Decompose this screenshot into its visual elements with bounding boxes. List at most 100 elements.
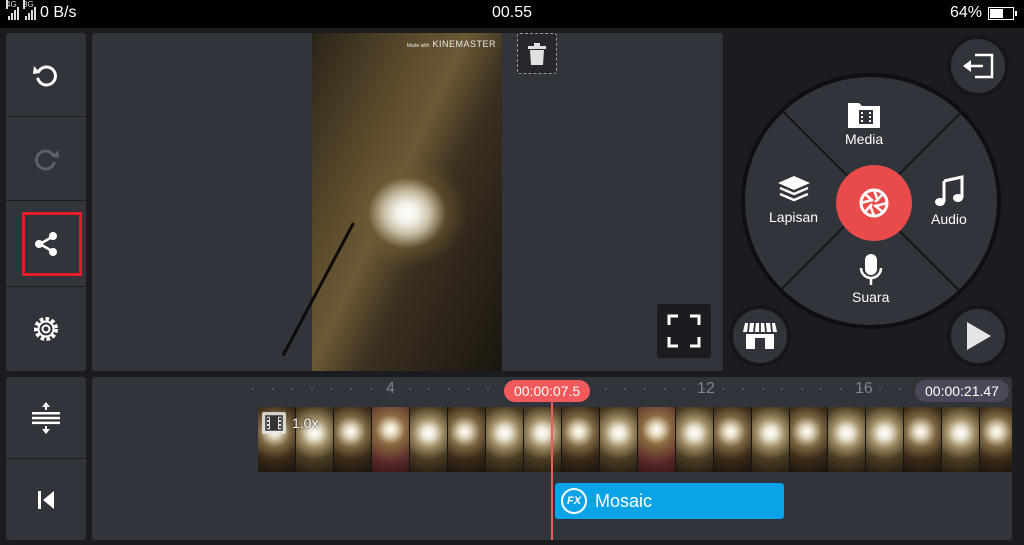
expand-timeline-icon <box>32 401 60 434</box>
video-frame: Made with KINEMASTER <box>281 33 502 371</box>
playhead[interactable] <box>551 391 553 540</box>
audio-button[interactable]: Audio <box>931 175 967 227</box>
ruler-tick <box>370 388 372 390</box>
clock: 00.55 <box>491 4 533 21</box>
skip-to-start-icon <box>38 490 54 509</box>
clip-thumbnail <box>866 407 904 472</box>
expand-timeline-button[interactable] <box>6 377 86 459</box>
clip-thumbnail <box>372 407 410 472</box>
ruler-tick <box>899 388 901 390</box>
clip-thumbnail <box>562 407 600 472</box>
asset-store-button[interactable] <box>729 305 791 367</box>
ruler-tick <box>722 388 724 390</box>
clip-thumbnail <box>638 407 676 472</box>
clip-thumbnail <box>334 407 372 472</box>
clip-thumbnail <box>448 407 486 472</box>
ruler-tick <box>624 388 626 390</box>
ruler-tick <box>703 388 705 390</box>
ruler-tick <box>860 388 862 390</box>
clip-thumbnail <box>524 407 562 472</box>
effect-clip-mosaic[interactable]: FX Mosaic <box>555 483 784 519</box>
asset-store-icon <box>743 322 777 349</box>
ruler-tick <box>762 388 764 390</box>
ruler-tick <box>683 388 685 390</box>
ruler-tick <box>468 388 470 390</box>
effect-label: Mosaic <box>595 490 653 511</box>
ruler-tick <box>389 388 391 390</box>
status-bar: 4G 3G 0 B/s 00.55 64% <box>0 0 1024 28</box>
music-note-icon <box>934 175 964 206</box>
clip-thumbnail <box>600 407 638 472</box>
settings-button[interactable] <box>6 287 86 371</box>
trash-icon <box>528 42 546 65</box>
exit-project-icon <box>963 53 994 79</box>
timeline-tools <box>6 377 86 540</box>
ruler-tick <box>644 388 646 390</box>
ruler-tick <box>330 388 332 390</box>
ruler-tick <box>742 388 744 390</box>
camera-shutter-icon <box>859 188 889 218</box>
settings-icon <box>34 317 58 341</box>
voice-button[interactable]: Suara <box>852 253 889 305</box>
clip-speed: 1.0x <box>292 415 319 431</box>
media-folder-icon <box>848 103 881 128</box>
layer-label: Lapisan <box>769 209 819 225</box>
ruler-tick <box>350 388 352 390</box>
share-highlight <box>22 212 82 276</box>
clip-thumbnail <box>752 407 790 472</box>
left-toolbar <box>6 33 86 371</box>
skip-to-start-button[interactable] <box>6 459 86 540</box>
undo-icon <box>33 65 57 86</box>
clip-thumbnail <box>714 407 752 472</box>
share-button[interactable] <box>6 201 86 287</box>
video-preview[interactable]: Made with KINEMASTER <box>92 33 723 371</box>
redo-button[interactable] <box>6 117 86 201</box>
clip-thumbnail <box>828 407 866 472</box>
delete-button[interactable] <box>517 33 557 74</box>
ruler-tick <box>409 388 411 390</box>
ruler-tick <box>311 388 313 390</box>
media-wheel: Media Lapisan Audio Suara <box>741 73 1001 329</box>
ruler-tick <box>291 388 293 390</box>
ruler-tick <box>664 388 666 390</box>
fullscreen-icon <box>667 314 701 348</box>
media-button[interactable]: Media <box>845 99 883 147</box>
undo-button[interactable] <box>6 33 86 117</box>
ruler-tick <box>487 388 489 390</box>
ruler-tick <box>448 388 450 390</box>
ruler-label: 16 <box>855 380 873 397</box>
voice-label: Suara <box>852 289 890 305</box>
fullscreen-button[interactable] <box>657 304 711 358</box>
kinemaster-watermark: Made with KINEMASTER <box>406 39 496 49</box>
redo-icon <box>35 149 59 170</box>
record-button[interactable] <box>836 165 912 241</box>
battery-icon <box>988 6 1017 20</box>
audio-label: Audio <box>931 211 967 227</box>
ruler-tick <box>252 388 254 390</box>
battery-percent: 64% <box>949 4 982 21</box>
clip-thumbnail <box>676 407 714 472</box>
exit-project-button[interactable] <box>947 35 1009 97</box>
ruler-tick <box>879 388 881 390</box>
fx-icon: FX <box>561 488 587 514</box>
clip-thumbnail <box>410 407 448 472</box>
ruler-tick <box>781 388 783 390</box>
clip-info: 1.0x <box>262 412 318 434</box>
play-button[interactable] <box>947 305 1009 367</box>
film-icon <box>262 412 286 434</box>
ruler-tick <box>605 388 607 390</box>
media-label: Media <box>845 131 884 147</box>
ruler-tick <box>428 388 430 390</box>
ruler-tick <box>272 388 274 390</box>
clip-thumbnail <box>980 407 1012 472</box>
clip-thumbnail <box>942 407 980 472</box>
ruler-tick <box>820 388 822 390</box>
clip-thumbnail <box>486 407 524 472</box>
layers-icon <box>777 176 810 202</box>
ruler-label: 12 <box>697 380 715 397</box>
ruler-tick <box>840 388 842 390</box>
layer-button[interactable]: Lapisan <box>769 175 818 225</box>
clip-thumbnail <box>790 407 828 472</box>
video-clip[interactable] <box>258 407 1012 472</box>
timeline[interactable]: 4 12 16 1.0x FX Mosaic 00:00:07.5 00:00:… <box>92 377 1012 540</box>
